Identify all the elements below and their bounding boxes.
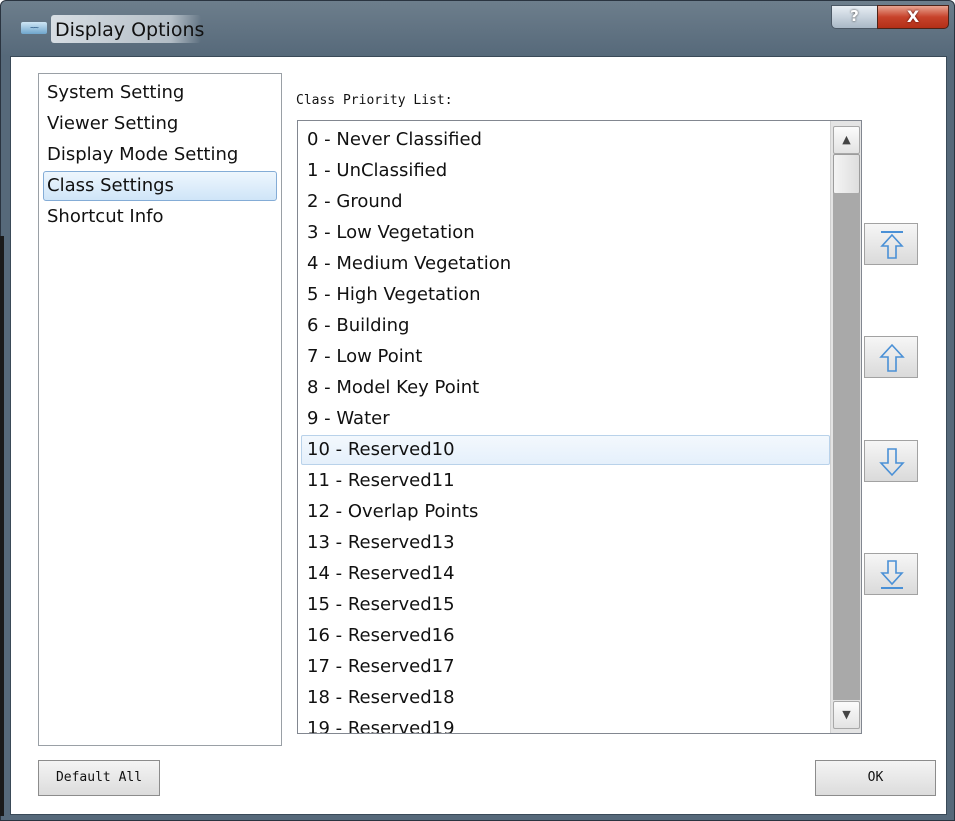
window-title: Display Options bbox=[55, 19, 205, 41]
scroll-down-arrow-icon[interactable]: ▼ bbox=[833, 701, 860, 729]
nav-item-viewer-setting[interactable]: Viewer Setting bbox=[43, 109, 277, 139]
settings-nav-list: System Setting Viewer Setting Display Mo… bbox=[38, 73, 282, 746]
scrollbar-thumb[interactable] bbox=[833, 154, 860, 194]
move-to-bottom-button[interactable] bbox=[864, 553, 918, 595]
move-up-icon bbox=[879, 343, 905, 372]
class-priority-list-label: Class Priority List: bbox=[296, 93, 453, 108]
class-list-item[interactable]: 11 - Reserved11 bbox=[301, 466, 830, 496]
class-list-item[interactable]: 0 - Never Classified bbox=[301, 125, 830, 155]
nav-item-class-settings[interactable]: Class Settings bbox=[43, 171, 277, 201]
class-list-item[interactable]: 8 - Model Key Point bbox=[301, 373, 830, 403]
class-list-item[interactable]: 14 - Reserved14 bbox=[301, 559, 830, 589]
class-list-item[interactable]: 7 - Low Point bbox=[301, 342, 830, 372]
help-button[interactable]: ? bbox=[831, 5, 878, 29]
move-up-button[interactable] bbox=[864, 336, 918, 378]
move-down-icon bbox=[879, 448, 905, 477]
move-to-top-icon bbox=[880, 231, 904, 259]
class-priority-list[interactable]: 0 - Never Classified 1 - UnClassified 2 - … bbox=[297, 120, 862, 734]
class-list-item[interactable]: 4 - Medium Vegetation bbox=[301, 249, 830, 279]
class-list-item[interactable]: 6 - Building bbox=[301, 311, 830, 341]
class-list-item[interactable]: 10 - Reserved10 bbox=[301, 435, 830, 465]
class-list-item[interactable]: 1 - UnClassified bbox=[301, 156, 830, 186]
left-edge-shadow bbox=[0, 236, 4, 816]
vertical-scrollbar[interactable]: ▲ ▼ bbox=[830, 121, 861, 733]
class-list-item[interactable]: 2 - Ground bbox=[301, 187, 830, 217]
class-list-item[interactable]: 17 - Reserved17 bbox=[301, 652, 830, 682]
class-list-item[interactable]: 5 - High Vegetation bbox=[301, 280, 830, 310]
class-list-item[interactable]: 16 - Reserved16 bbox=[301, 621, 830, 651]
class-list-item[interactable]: 19 - Reserved19 bbox=[301, 714, 830, 733]
ok-button[interactable]: OK bbox=[815, 760, 936, 796]
class-list-item[interactable]: 13 - Reserved13 bbox=[301, 528, 830, 558]
move-to-top-button[interactable] bbox=[864, 223, 918, 265]
nav-item-display-mode-setting[interactable]: Display Mode Setting bbox=[43, 140, 277, 170]
title-bar[interactable]: ~~ Display Options ? X bbox=[1, 1, 954, 55]
close-button[interactable]: X bbox=[877, 5, 949, 29]
class-list-item[interactable]: 12 - Overlap Points bbox=[301, 497, 830, 527]
class-list-item[interactable]: 3 - Low Vegetation bbox=[301, 218, 830, 248]
class-list-item[interactable]: 9 - Water bbox=[301, 404, 830, 434]
nav-item-shortcut-info[interactable]: Shortcut Info bbox=[43, 202, 277, 232]
class-list-item[interactable]: 15 - Reserved15 bbox=[301, 590, 830, 620]
app-icon: ~~ bbox=[21, 22, 47, 34]
nav-item-system-setting[interactable]: System Setting bbox=[43, 78, 277, 108]
class-list-item[interactable]: 18 - Reserved18 bbox=[301, 683, 830, 713]
move-down-button[interactable] bbox=[864, 440, 918, 482]
scroll-up-arrow-icon[interactable]: ▲ bbox=[833, 126, 860, 154]
scrollbar-track[interactable] bbox=[833, 193, 860, 700]
default-all-button[interactable]: Default All bbox=[38, 760, 160, 796]
move-to-bottom-icon bbox=[880, 560, 904, 589]
